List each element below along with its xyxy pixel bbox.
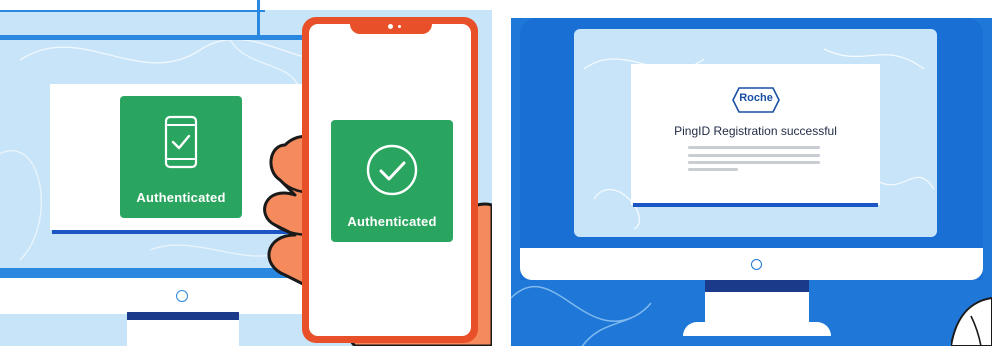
monitor-stand-line <box>257 0 260 36</box>
logo-text: Roche <box>739 92 773 104</box>
monitor-auth-card: Authenticated <box>120 96 242 218</box>
power-button-icon <box>751 259 762 270</box>
registration-scene: Roche PingID Registration successful <box>511 0 992 346</box>
monitor-frame-line <box>0 10 265 22</box>
registration-message: PingID Registration successful <box>674 124 837 138</box>
mouse-icon <box>951 296 992 346</box>
monitor-top-edge <box>0 0 492 10</box>
monitor-stand-base <box>683 322 831 336</box>
text-line <box>688 154 820 157</box>
phone-auth-label: Authenticated <box>347 214 437 229</box>
phone-camera-icon <box>388 24 393 29</box>
dialog-shadow <box>633 203 878 207</box>
text-line <box>688 161 820 164</box>
phone-auth-card: Authenticated <box>331 120 453 242</box>
power-button-icon <box>176 290 188 302</box>
registration-dialog: Roche PingID Registration successful <box>631 64 880 205</box>
text-line <box>688 168 738 171</box>
phone-sensor-icon <box>398 25 401 28</box>
text-line <box>688 146 820 149</box>
monitor-bezel-top <box>0 35 310 40</box>
monitor-auth-label: Authenticated <box>136 190 226 205</box>
phone-check-icon <box>164 115 198 169</box>
monitor-stand-neck <box>127 312 239 320</box>
monitor-stand-neck <box>705 280 809 292</box>
authentication-scene: Authenticated Authenticated <box>0 0 492 346</box>
check-circle-icon <box>366 144 418 196</box>
